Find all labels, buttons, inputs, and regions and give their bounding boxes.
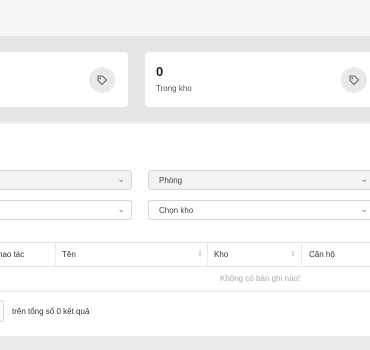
stat-value: 0: [156, 64, 164, 79]
room-select[interactable]: Phòng ⌄: [148, 170, 370, 190]
select-value: Chọn kho: [159, 206, 194, 215]
sort-icon[interactable]: ⇕: [290, 250, 296, 258]
chevron-down-icon: ⌄: [360, 204, 368, 214]
column-divider: [55, 243, 56, 267]
stat-label: Trong kho: [156, 84, 192, 93]
list-panel: [0, 124, 370, 336]
top-bar: [0, 0, 370, 36]
chevron-down-icon: ⌄: [360, 174, 368, 184]
chevron-down-icon: ⌄: [117, 174, 125, 184]
empty-message: Không có bản ghi nào!: [220, 274, 301, 283]
sort-icon[interactable]: ⇕: [197, 250, 203, 258]
warehouse-select[interactable]: Chọn kho ⌄: [148, 200, 370, 220]
stat-card-in-stock: 0 Trong kho: [145, 52, 370, 107]
select-value: Phòng: [159, 176, 183, 185]
column-header-warehouse[interactable]: Kho: [214, 250, 228, 259]
table-empty-row: Không có bản ghi nào!: [0, 267, 370, 292]
column-divider: [207, 243, 208, 267]
column-header-name[interactable]: Tên: [62, 250, 76, 259]
stat-card-left: [0, 52, 128, 107]
pagination-summary: trên tổng số 0 kết quả: [12, 307, 90, 316]
tag-icon: [341, 67, 367, 93]
filter-select-left-1[interactable]: ⌄: [0, 170, 132, 190]
column-divider: [301, 243, 302, 267]
table-header: hao tác Tên ⇕ Kho ⇕ Căn hộ: [0, 242, 370, 267]
page-size-select[interactable]: [0, 300, 4, 322]
filter-select-left-2[interactable]: ⌄: [0, 200, 132, 220]
tag-icon: [89, 67, 115, 93]
column-header-actions: hao tác: [0, 250, 25, 259]
column-header-apartment[interactable]: Căn hộ: [309, 250, 335, 259]
chevron-down-icon: ⌄: [117, 204, 125, 214]
